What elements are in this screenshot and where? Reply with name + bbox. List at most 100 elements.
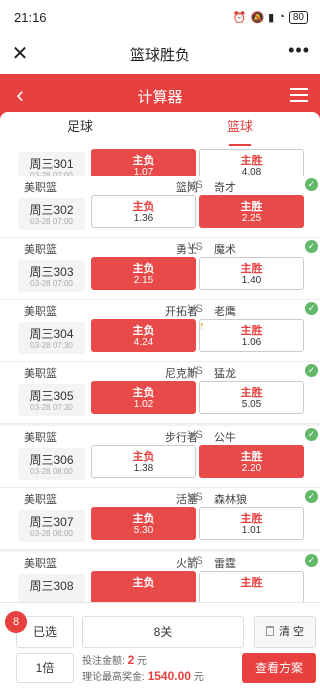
match-id-box: 周三308 (18, 574, 85, 602)
tab-basketball[interactable]: 篮球 (160, 112, 320, 146)
league-name: 美职篮 (24, 494, 57, 506)
home-win-label: 主胜 (240, 513, 263, 525)
battery-icon: 80 (288, 10, 308, 24)
more-icon[interactable]: ••• (288, 40, 310, 61)
prize-unit: 元 (193, 672, 204, 683)
home-win-option[interactable]: 主胜 2.20 (199, 445, 304, 478)
vs-label: VS (188, 241, 203, 253)
back-icon[interactable]: ‹ (8, 84, 32, 108)
check-icon: ✓ (305, 178, 318, 191)
home-win-label: 主胜 (240, 451, 263, 463)
bet-footer: 已选 8 8关 清 空 1倍 投注金额: 2 元 理论最高奖金: 1540.00… (0, 602, 320, 690)
home-lose-odds: 4.24 (133, 337, 154, 348)
menu-icon[interactable] (290, 88, 308, 104)
bet-amount-unit: 元 (137, 656, 148, 667)
home-lose-option[interactable]: 主负 1.38 (91, 445, 196, 478)
match-id-box: 周三304 03-28 07:30 (18, 322, 85, 354)
vs-label: VS (188, 429, 203, 441)
home-lose-option[interactable]: 主负 (91, 571, 196, 602)
wifi-icon: ◔ (278, 11, 285, 23)
home-win-option[interactable]: 主胜 5.05 (199, 381, 304, 414)
check-icon: ✓ (305, 364, 318, 377)
away-team: 猛龙 (214, 368, 236, 380)
view-plan-button[interactable]: 查看方案 (242, 653, 316, 683)
vs-label: VS (188, 491, 203, 503)
home-lose-option[interactable]: 主负 5.30 (91, 507, 196, 540)
tab-football[interactable]: 足球 (0, 112, 160, 146)
pass-type-select[interactable]: 8关 (82, 616, 244, 648)
home-lose-option[interactable]: 主负 4.24 (91, 319, 196, 352)
home-lose-odds: 5.30 (133, 525, 154, 536)
close-icon[interactable]: ✕ (8, 42, 32, 66)
match-id-box: 周三303 03-28 07:00 (18, 260, 85, 292)
home-win-option[interactable]: 主胜 1.06 (199, 319, 304, 352)
home-win-option[interactable]: 主胜 1.40 (199, 257, 304, 290)
away-team: 雷霆 (214, 558, 236, 570)
vs-label: VS (188, 179, 203, 191)
match-id-box: 周三306 03-28 08:00 (18, 448, 85, 480)
league-name: 美职篮 (24, 182, 57, 194)
home-win-option[interactable]: 主胜 1.01 (199, 507, 304, 540)
clear-button[interactable]: 清 空 (254, 616, 316, 648)
signal-icon: ▮ (268, 11, 275, 24)
home-lose-option[interactable]: 主负 2.15 (91, 257, 196, 290)
match-number: 周三303 (29, 265, 74, 279)
away-team: 老鹰 (214, 306, 236, 318)
app-titlebar: ✕ 篮球胜负 ••• (0, 34, 320, 74)
alarm-icon: ⏰ (232, 11, 247, 24)
selected-count-badge: 8 (5, 611, 27, 633)
home-lose-label: 主负 (132, 577, 155, 589)
check-icon: ✓ (305, 554, 318, 567)
home-lose-odds: 1.38 (133, 463, 154, 474)
away-team: 公牛 (214, 432, 236, 444)
match-time: 03-28 07:30 (30, 341, 73, 350)
odds-up-arrow-icon: ↑ (199, 320, 205, 332)
match-time: 03-28 07:00 (30, 279, 73, 288)
away-team: 奇才 (214, 182, 236, 194)
match-time: 03-28 08:00 (30, 467, 73, 476)
vs-label: VS (188, 365, 203, 377)
home-win-option[interactable]: 主胜 (199, 571, 304, 602)
league-name: 美职篮 (24, 558, 57, 570)
bet-summary: 投注金额: 2 元 理论最高奖金: 1540.00 元 (82, 653, 204, 685)
home-lose-option[interactable]: 主负 1.02 (91, 381, 196, 414)
home-lose-label: 主负 (132, 451, 155, 463)
status-time: 21:16 (14, 9, 47, 25)
home-win-odds: 5.05 (241, 399, 262, 410)
match-row: 美职篮 火箭 VS 雷霆 ✓ 周三308 主负 主胜 (0, 552, 320, 602)
match-number: 周三306 (29, 453, 74, 467)
check-icon: ✓ (305, 428, 318, 441)
match-id-box: 周三302 03-28 07:00 (18, 198, 85, 230)
prize-value: 1540.00 (147, 669, 191, 683)
multiplier-input[interactable]: 1倍 (16, 653, 74, 683)
match-id-box: 周三307 03-28 08:00 (18, 510, 85, 542)
status-icons: ⏰ 🔕 ▮ ◔ 80 (232, 10, 308, 24)
bet-amount-line: 投注金额: 2 元 (82, 653, 204, 669)
home-win-odds: 1.40 (241, 275, 262, 286)
clear-label: 清 空 (278, 626, 305, 638)
home-win-label: 主胜 (240, 201, 263, 213)
home-lose-label: 主负 (132, 201, 155, 213)
match-row: 美职篮 勇士 VS 魔术 ✓ 周三303 03-28 07:00 主负 2.15 主胜 1.40 (0, 238, 320, 300)
match-time: 03-28 07:00 (30, 217, 73, 226)
match-number: 周三307 (29, 515, 74, 529)
home-win-option[interactable]: 主胜 2.25 (199, 195, 304, 228)
check-icon: ✓ (305, 302, 318, 315)
match-row: 美职篮 开拓者 VS 老鹰 ✓ 周三304 03-28 07:30 主负 4.24 主胜 1.06 ↑ (0, 300, 320, 362)
home-lose-option[interactable]: 主负 1.36 (91, 195, 196, 228)
match-number: 周三305 (29, 389, 74, 403)
prize-label: 理论最高奖金: (82, 672, 145, 683)
league-name: 美职篮 (24, 368, 57, 380)
home-win-odds: 2.20 (241, 463, 262, 474)
home-win-label: 主胜 (240, 387, 263, 399)
league-name: 美职篮 (24, 244, 57, 256)
home-lose-label: 主负 (132, 263, 155, 275)
vs-label: VS (188, 303, 203, 315)
match-list[interactable]: VS✓周三30103-28 07:00主负1.07主胜4.08美职篮篮网VS奇才… (0, 146, 320, 602)
home-lose-label: 主负 (132, 387, 155, 399)
match-row: 美职篮 尼克斯 VS 猛龙 ✓ 周三305 03-28 07:30 主负 1.02 主胜 5.05 (0, 362, 320, 424)
match-time: 03-28 07:30 (30, 403, 73, 412)
bet-amount-label: 投注金额: (82, 656, 125, 667)
league-name: 美职篮 (24, 432, 57, 444)
page-title: 篮球胜负 (129, 46, 190, 64)
